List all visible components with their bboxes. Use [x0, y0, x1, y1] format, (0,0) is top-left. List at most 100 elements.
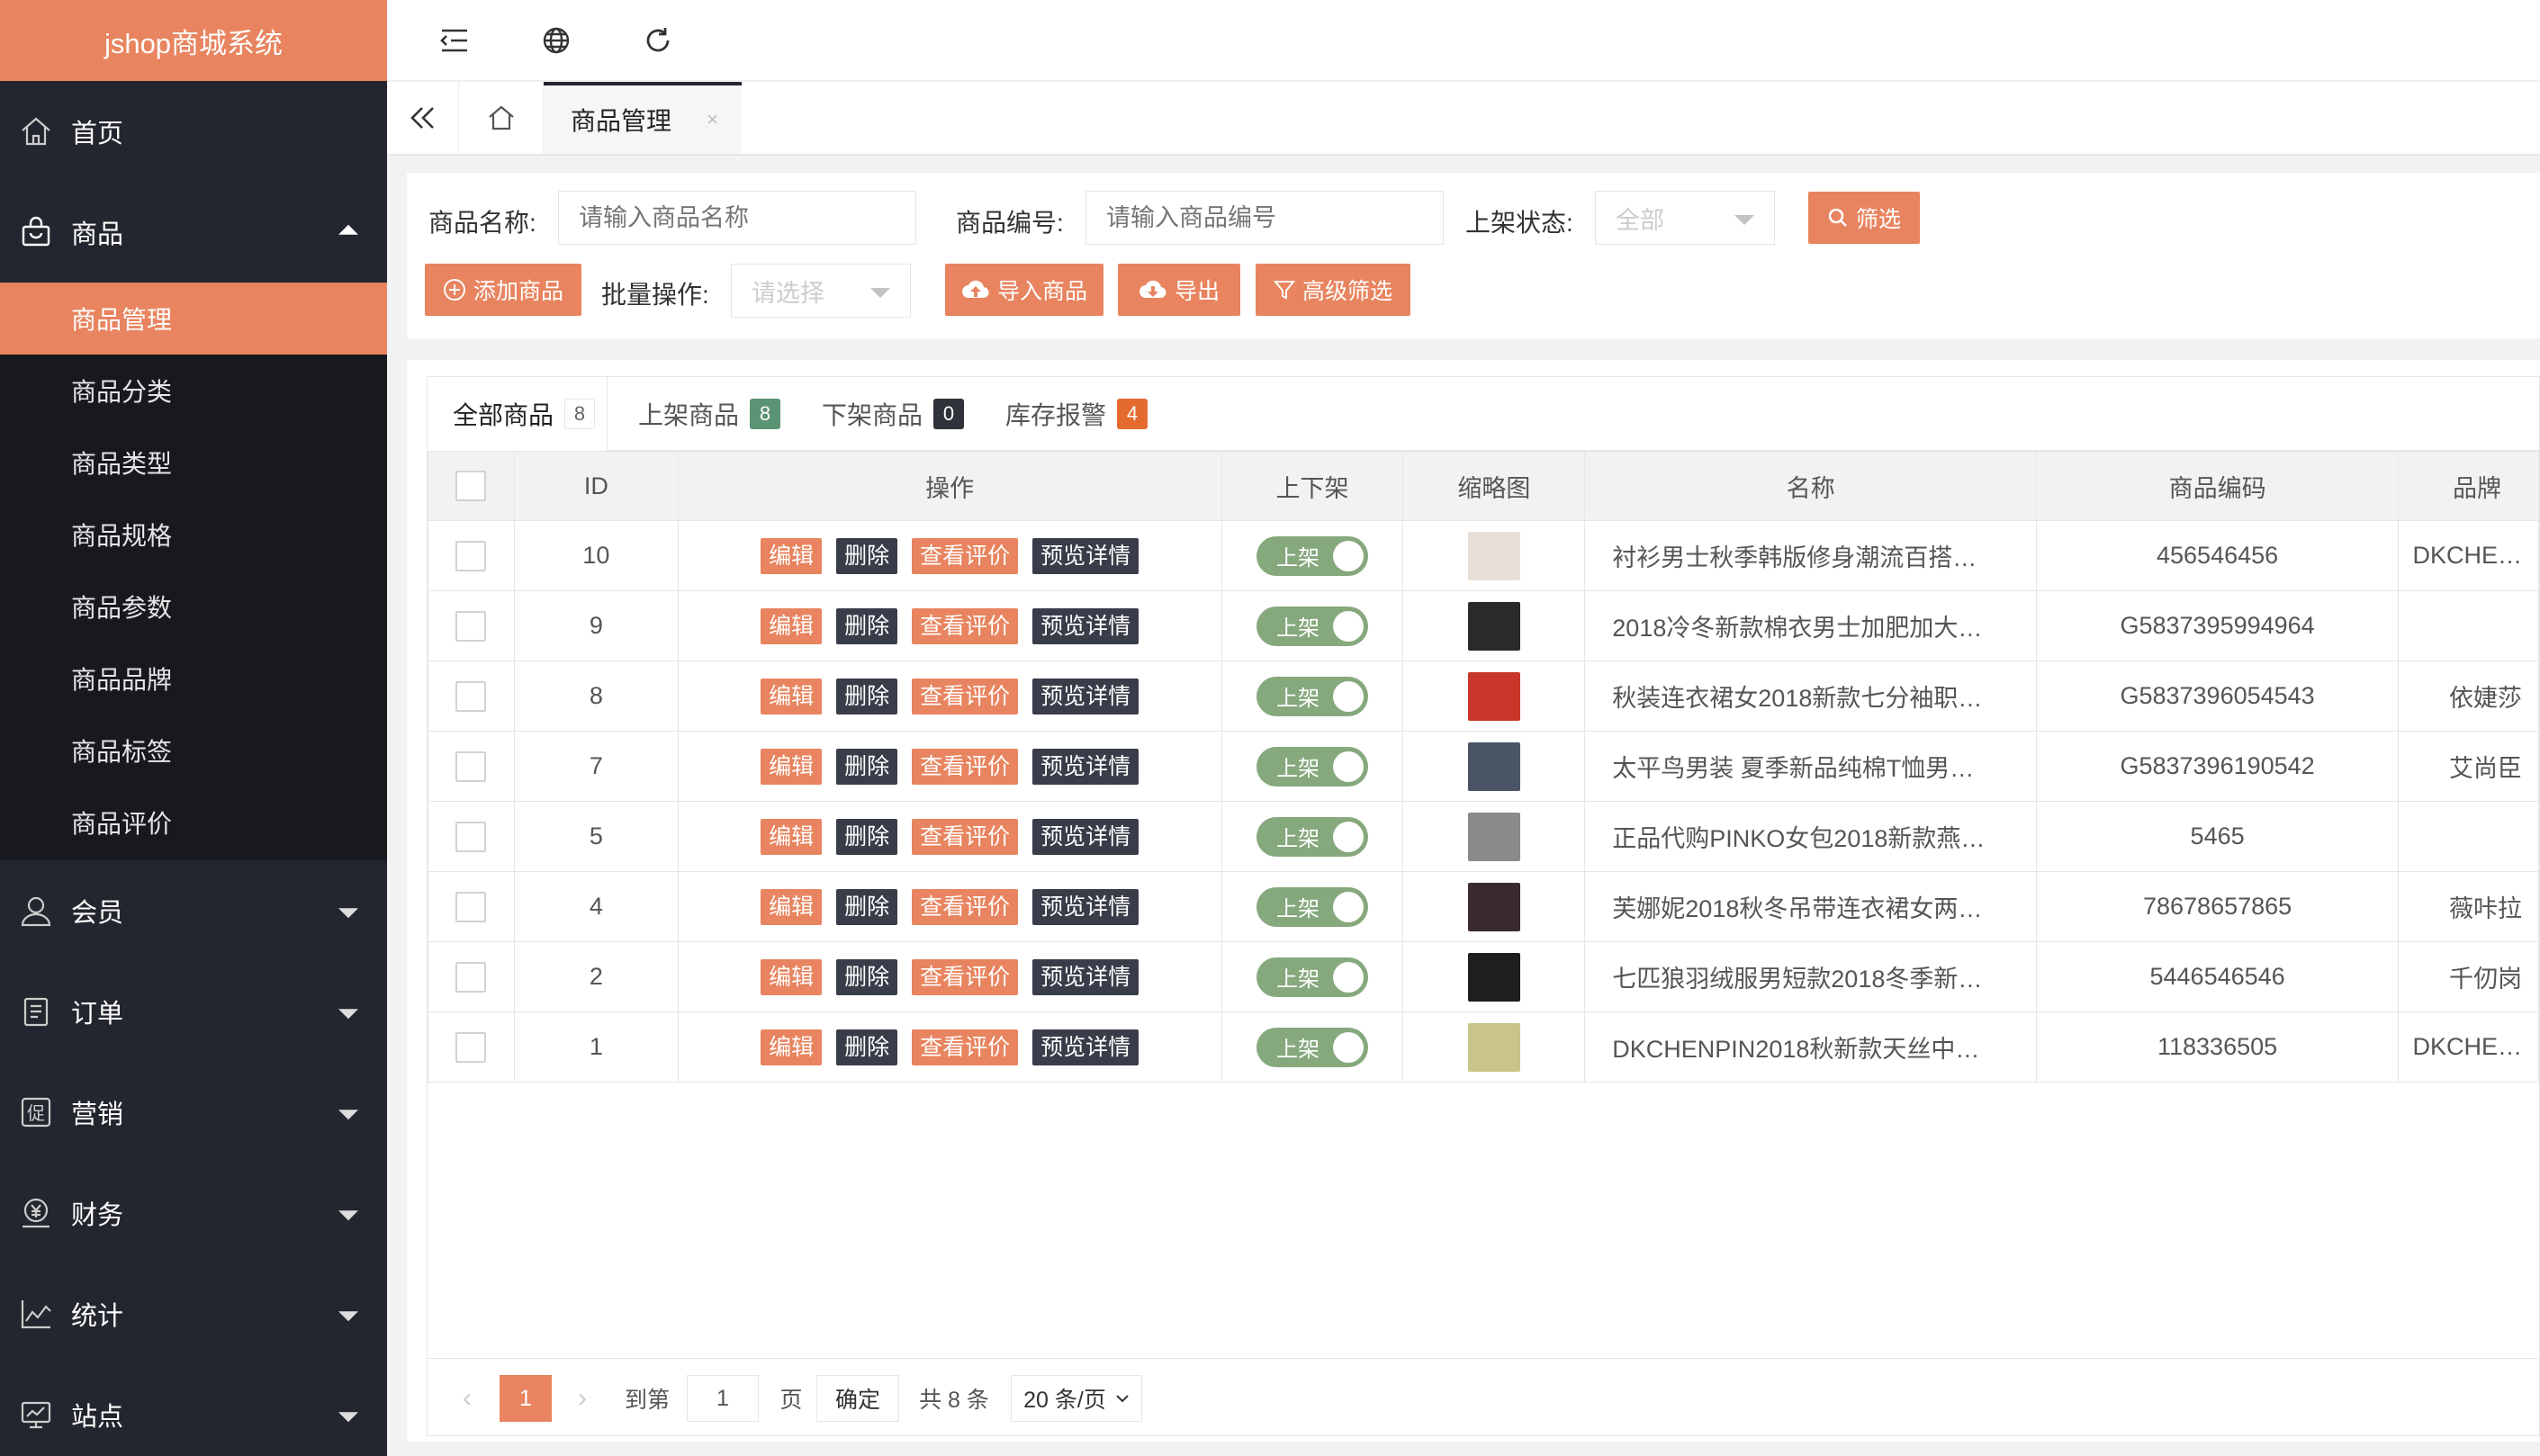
advanced-filter-button[interactable]: 高级筛选	[1256, 264, 1410, 316]
import-goods-button[interactable]: 导入商品	[945, 264, 1103, 316]
add-goods-button[interactable]: 添加商品	[425, 264, 581, 316]
sidebar-subitem-goods-type[interactable]: 商品类型	[0, 427, 387, 499]
goto-page-input[interactable]: 1	[687, 1375, 759, 1422]
edit-button[interactable]: 编辑	[761, 607, 823, 644]
sidebar-item-goods[interactable]: 商品	[0, 182, 387, 283]
row-checkbox[interactable]	[455, 891, 487, 922]
delete-button[interactable]: 删除	[836, 818, 898, 855]
status-select[interactable]: 全部	[1595, 191, 1775, 245]
preview-detail-button[interactable]: 预览详情	[1032, 958, 1139, 995]
edit-button[interactable]: 编辑	[761, 1029, 823, 1065]
select-all-checkbox[interactable]	[455, 471, 487, 501]
sidebar-item-member[interactable]: 会员	[0, 860, 387, 961]
product-thumbnail[interactable]	[1467, 812, 1520, 861]
delete-button[interactable]: 删除	[836, 958, 898, 995]
row-checkbox[interactable]	[455, 750, 487, 782]
sidebar-subitem-goods-manage[interactable]: 商品管理	[0, 283, 387, 355]
product-thumbnail[interactable]	[1467, 531, 1520, 580]
delete-button[interactable]: 删除	[836, 537, 898, 574]
product-thumbnail[interactable]	[1467, 882, 1520, 931]
sidebar-subitem-goods-tag[interactable]: 商品标签	[0, 715, 387, 786]
delete-button[interactable]: 删除	[836, 888, 898, 925]
shelf-toggle[interactable]: 上架	[1256, 606, 1368, 646]
sidebar-subitem-goods-spec[interactable]: 商品规格	[0, 499, 387, 571]
view-reviews-button[interactable]: 查看评价	[912, 1029, 1019, 1065]
preview-detail-button[interactable]: 预览详情	[1032, 537, 1139, 574]
edit-button[interactable]: 编辑	[761, 888, 823, 925]
goods-code-input[interactable]	[1085, 191, 1444, 245]
per-page-select[interactable]: 20 条/页	[1011, 1375, 1142, 1422]
row-checkbox[interactable]	[455, 680, 487, 712]
sidebar-item-marketing[interactable]: 促 营销	[0, 1062, 387, 1163]
sidebar-subitem-goods-category[interactable]: 商品分类	[0, 355, 387, 427]
row-checkbox[interactable]	[455, 610, 487, 642]
goods-name-input[interactable]	[558, 191, 916, 245]
globe-icon[interactable]	[538, 22, 574, 58]
preview-detail-button[interactable]: 预览详情	[1032, 1029, 1139, 1065]
sidebar-item-site[interactable]: 站点	[0, 1364, 387, 1456]
product-thumbnail[interactable]	[1467, 952, 1520, 1002]
edit-button[interactable]: 编辑	[761, 537, 823, 574]
edit-button[interactable]: 编辑	[761, 678, 823, 715]
edit-button[interactable]: 编辑	[761, 748, 823, 785]
view-reviews-button[interactable]: 查看评价	[912, 748, 1019, 785]
row-select-cell	[428, 941, 515, 1012]
shelf-toggle[interactable]: 上架	[1256, 957, 1368, 997]
view-reviews-button[interactable]: 查看评价	[912, 818, 1019, 855]
shelf-toggle[interactable]: 上架	[1256, 1027, 1368, 1067]
home-tab-button[interactable]	[459, 82, 544, 154]
sidebar-subitem-goods-review[interactable]: 商品评价	[0, 786, 387, 858]
preview-detail-button[interactable]: 预览详情	[1032, 607, 1139, 644]
edit-button[interactable]: 编辑	[761, 818, 823, 855]
preview-detail-button[interactable]: 预览详情	[1032, 678, 1139, 715]
delete-button[interactable]: 删除	[836, 748, 898, 785]
view-reviews-button[interactable]: 查看评价	[912, 537, 1019, 574]
row-checkbox[interactable]	[455, 821, 487, 852]
product-thumbnail[interactable]	[1467, 671, 1520, 721]
shelf-toggle[interactable]: 上架	[1256, 535, 1368, 576]
export-button[interactable]: 导出	[1118, 264, 1240, 316]
view-reviews-button[interactable]: 查看评价	[912, 678, 1019, 715]
preview-detail-button[interactable]: 预览详情	[1032, 818, 1139, 855]
preview-detail-button[interactable]: 预览详情	[1032, 888, 1139, 925]
tab-off-shelf[interactable]: 下架商品 0	[822, 377, 965, 451]
shelf-toggle[interactable]: 上架	[1256, 676, 1368, 716]
sidebar-item-home[interactable]: 首页	[0, 81, 387, 182]
delete-button[interactable]: 删除	[836, 1029, 898, 1065]
tab-stock-alert[interactable]: 库存报警 4	[1005, 377, 1148, 451]
next-page-button[interactable]: ›	[563, 1375, 602, 1422]
product-thumbnail[interactable]	[1467, 1022, 1520, 1072]
page-number-current[interactable]: 1	[500, 1375, 552, 1422]
preview-detail-button[interactable]: 预览详情	[1032, 748, 1139, 785]
goto-confirm-button[interactable]: 确定	[816, 1375, 899, 1422]
refresh-icon[interactable]	[640, 22, 676, 58]
tab-scroll-left-button[interactable]	[387, 82, 459, 154]
row-checkbox[interactable]	[455, 961, 487, 993]
view-reviews-button[interactable]: 查看评价	[912, 958, 1019, 995]
delete-button[interactable]: 删除	[836, 607, 898, 644]
row-checkbox[interactable]	[455, 540, 487, 571]
shelf-toggle[interactable]: 上架	[1256, 746, 1368, 786]
sidebar-item-statistics[interactable]: 统计	[0, 1263, 387, 1364]
product-thumbnail[interactable]	[1467, 601, 1520, 651]
edit-button[interactable]: 编辑	[761, 958, 823, 995]
view-reviews-button[interactable]: 查看评价	[912, 888, 1019, 925]
product-thumbnail[interactable]	[1467, 741, 1520, 791]
menu-fold-icon[interactable]	[437, 22, 473, 58]
tab-on-shelf[interactable]: 上架商品 8	[638, 377, 781, 451]
prev-page-button[interactable]: ‹	[447, 1375, 487, 1422]
delete-button[interactable]: 删除	[836, 678, 898, 715]
sidebar-item-finance[interactable]: 财务	[0, 1163, 387, 1263]
shelf-toggle[interactable]: 上架	[1256, 886, 1368, 927]
shelf-toggle[interactable]: 上架	[1256, 816, 1368, 857]
tab-goods-manage[interactable]: 商品管理 ×	[544, 82, 742, 154]
row-checkbox[interactable]	[455, 1031, 487, 1063]
batch-select[interactable]: 请选择	[731, 264, 911, 318]
close-icon[interactable]: ×	[707, 108, 718, 131]
sidebar-item-order[interactable]: 订单	[0, 961, 387, 1062]
view-reviews-button[interactable]: 查看评价	[912, 607, 1019, 644]
sidebar-subitem-goods-param[interactable]: 商品参数	[0, 571, 387, 643]
tab-all-goods[interactable]: 全部商品 8	[453, 377, 596, 451]
search-button[interactable]: 筛选	[1808, 192, 1920, 244]
sidebar-subitem-goods-brand[interactable]: 商品品牌	[0, 643, 387, 715]
